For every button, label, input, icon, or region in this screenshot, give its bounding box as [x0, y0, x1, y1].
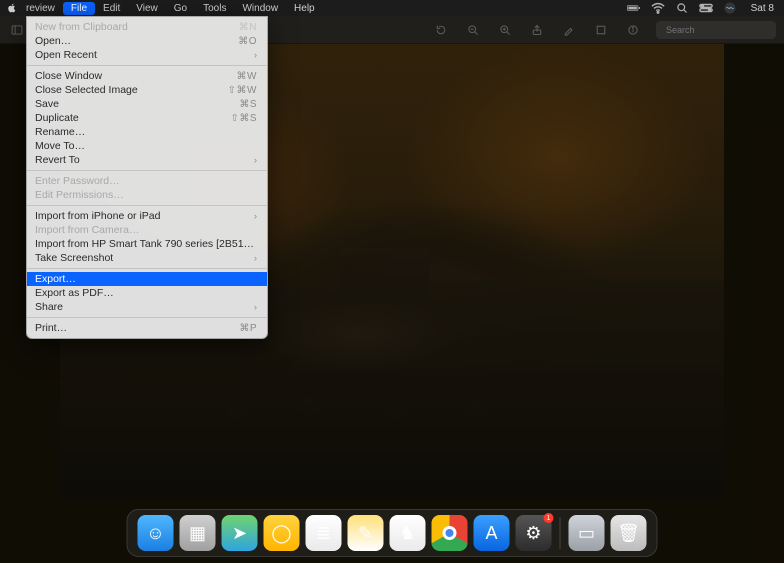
menu-item-label: Close Window	[35, 70, 237, 82]
menu-item-label: New from Clipboard	[35, 21, 239, 33]
menu-item-label: Import from iPhone or iPad	[35, 210, 250, 222]
menubar-date[interactable]: Sat 8	[747, 3, 778, 14]
apple-menu-icon[interactable]	[6, 3, 18, 13]
menu-item-take-screenshot[interactable]: Take Screenshot ›	[27, 251, 267, 265]
menu-item-open-recent[interactable]: Open Recent ›	[27, 48, 267, 62]
menu-item-share[interactable]: Share ›	[27, 300, 267, 314]
menu-item-open[interactable]: Open…⌘O	[27, 34, 267, 48]
rotate-button[interactable]	[432, 21, 450, 39]
menu-item-rename[interactable]: Rename…	[27, 125, 267, 139]
menu-item-label: Import from HP Smart Tank 790 series [2B…	[35, 238, 257, 250]
menu-item-label: Open Recent	[35, 49, 250, 61]
menu-item-close-window[interactable]: Close Window⌘W	[27, 69, 267, 83]
control-center-icon[interactable]	[699, 1, 713, 15]
dock-app-trash[interactable]: 🗑	[611, 515, 647, 551]
menu-item-new-from-clipboard: New from Clipboard⌘N	[27, 20, 267, 34]
system-menubar: review File Edit View Go Tools Window He…	[0, 0, 784, 16]
menu-item-enter-password: Enter Password…	[27, 174, 267, 188]
dock-app-maps[interactable]: ➤	[222, 515, 258, 551]
menu-edit[interactable]: Edit	[95, 2, 128, 15]
menu-help[interactable]: Help	[286, 2, 323, 15]
menu-item-label: Move To…	[35, 140, 257, 152]
menu-tools[interactable]: Tools	[195, 2, 234, 15]
battery-icon[interactable]	[627, 1, 641, 15]
app-name-menu[interactable]: review	[18, 2, 63, 15]
menu-item-revert-to[interactable]: Revert To ›	[27, 153, 267, 167]
dock-app-reminders[interactable]: ≣	[306, 515, 342, 551]
menu-item-save[interactable]: Save⌘S	[27, 97, 267, 111]
submenu-chevron-icon: ›	[254, 253, 257, 263]
menu-item-label: Print…	[35, 322, 239, 334]
menu-file[interactable]: File	[63, 2, 95, 15]
menu-item-shortcut: ⌘P	[239, 323, 257, 334]
menu-item-shortcut: ⌘W	[237, 71, 257, 82]
menu-item-label: Close Selected Image	[35, 84, 228, 96]
markup-button[interactable]	[560, 21, 578, 39]
menu-item-import-from-iphone-or-ipad[interactable]: Import from iPhone or iPad ›	[27, 209, 267, 223]
dock-app-finder[interactable]: ☺	[138, 515, 174, 551]
menu-item-label: Share	[35, 301, 250, 313]
menu-item-import-from-camera: Import from Camera…	[27, 223, 267, 237]
submenu-chevron-icon: ›	[254, 211, 257, 221]
image-foliage	[193, 353, 558, 453]
menu-item-label: Import from Camera…	[35, 224, 257, 236]
dock-app-app-store[interactable]: A	[474, 515, 510, 551]
menu-item-label: Edit Permissions…	[35, 189, 257, 201]
crop-button[interactable]	[592, 21, 610, 39]
dock: ☺▦➤◯≣✎♞ A⚙1 ▭🗑	[127, 509, 658, 557]
menu-item-shortcut: ⌘O	[238, 36, 257, 47]
zoom-in-button[interactable]	[496, 21, 514, 39]
dock-separator	[560, 517, 561, 549]
menu-view[interactable]: View	[128, 2, 166, 15]
menu-go[interactable]: Go	[166, 2, 195, 15]
menu-item-label: Revert To	[35, 154, 250, 166]
menu-item-move-to[interactable]: Move To…	[27, 139, 267, 153]
share-button[interactable]	[528, 21, 546, 39]
menu-item-close-selected-image[interactable]: Close Selected Image⇧⌘W	[27, 83, 267, 97]
desktop: review File Edit View Go Tools Window He…	[0, 0, 784, 563]
menu-item-label: Open…	[35, 35, 238, 47]
dock-app-launchpad[interactable]: ▦	[180, 515, 216, 551]
dock-app-chrome[interactable]	[432, 515, 468, 551]
dock-app-notes[interactable]: ✎	[348, 515, 384, 551]
menu-item-shortcut: ⇧⌘W	[228, 85, 257, 96]
dock-app-brave[interactable]: ♞	[390, 515, 426, 551]
submenu-chevron-icon: ›	[254, 302, 257, 312]
menu-item-label: Enter Password…	[35, 175, 257, 187]
menu-item-print[interactable]: Print…⌘P	[27, 321, 267, 335]
menu-window[interactable]: Window	[234, 2, 286, 15]
menu-item-edit-permissions: Edit Permissions…	[27, 188, 267, 202]
toolbar-search[interactable]	[656, 21, 776, 39]
siri-icon[interactable]	[723, 1, 737, 15]
menu-item-duplicate[interactable]: Duplicate⇧⌘S	[27, 111, 267, 125]
zoom-out-button[interactable]	[464, 21, 482, 39]
file-menu-dropdown: New from Clipboard⌘NOpen…⌘OOpen Recent›C…	[26, 16, 268, 339]
spotlight-icon[interactable]	[675, 1, 689, 15]
menu-item-shortcut: ⌘N	[239, 22, 257, 33]
menu-item-shortcut: ⇧⌘S	[230, 113, 257, 124]
menu-item-label: Duplicate	[35, 112, 230, 124]
search-input[interactable]	[666, 25, 783, 35]
wifi-icon[interactable]	[651, 1, 665, 15]
submenu-chevron-icon: ›	[254, 50, 257, 60]
image-subject-gazebo	[339, 244, 429, 304]
menu-item-label: Rename…	[35, 126, 257, 138]
menu-item-label: Save	[35, 98, 239, 110]
menu-item-import-from-hp-smart-tank-790-series-2b5168[interactable]: Import from HP Smart Tank 790 series [2B…	[27, 237, 267, 251]
dock-badge: 1	[544, 513, 554, 523]
menu-item-label: Export as PDF…	[35, 287, 257, 299]
info-button[interactable]	[624, 21, 642, 39]
menu-item-label: Export…	[35, 273, 257, 285]
submenu-chevron-icon: ›	[254, 155, 257, 165]
sidebar-toggle-button[interactable]	[8, 21, 26, 39]
dock-app-app-yellow[interactable]: ◯	[264, 515, 300, 551]
menu-item-label: Take Screenshot	[35, 252, 250, 264]
menu-item-export-as-pdf[interactable]: Export as PDF…	[27, 286, 267, 300]
dock-app-preview-doc[interactable]: ▭	[569, 515, 605, 551]
menu-item-export[interactable]: Export…	[27, 272, 267, 286]
dock-app-settings[interactable]: ⚙1	[516, 515, 552, 551]
menu-item-shortcut: ⌘S	[239, 99, 257, 110]
